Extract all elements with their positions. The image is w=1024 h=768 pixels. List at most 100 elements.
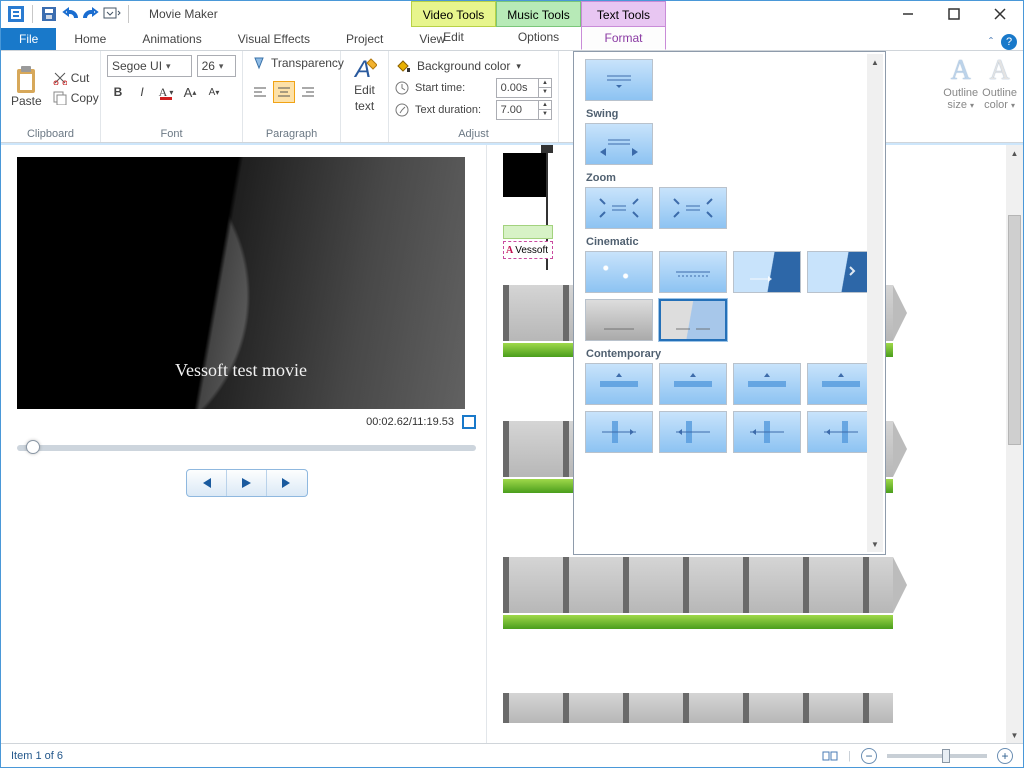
tab-home[interactable]: Home: [56, 28, 124, 50]
effect-option[interactable]: [807, 363, 875, 405]
tab-options[interactable]: Options: [496, 26, 581, 50]
zoom-slider[interactable]: [887, 754, 987, 758]
effect-option[interactable]: [807, 411, 875, 453]
cut-button[interactable]: Cut: [51, 70, 101, 86]
bold-button[interactable]: B: [107, 81, 129, 103]
effect-option[interactable]: [585, 123, 653, 165]
edit-text-icon: A: [353, 57, 377, 81]
align-right-button[interactable]: [297, 81, 319, 103]
effect-option[interactable]: [585, 59, 653, 101]
help-icon[interactable]: ?: [1001, 34, 1017, 50]
prev-frame-button[interactable]: [187, 470, 227, 496]
minimize-button[interactable]: [885, 1, 931, 27]
app-icon: [7, 5, 25, 23]
preview-video[interactable]: Vessoft test movie: [17, 157, 465, 409]
effect-option[interactable]: [585, 299, 653, 341]
cut-icon: [53, 71, 67, 85]
effects-scroll-down-icon[interactable]: ▼: [867, 536, 883, 552]
italic-button[interactable]: I: [131, 81, 153, 103]
paste-button[interactable]: Paste: [7, 66, 46, 110]
transparency-label: Transparency: [271, 56, 344, 70]
redo-icon[interactable]: [82, 5, 100, 23]
effect-option[interactable]: [807, 251, 875, 293]
effect-option[interactable]: [585, 363, 653, 405]
qat-more-icon[interactable]: [103, 5, 121, 23]
effects-scrollbar[interactable]: ▲ ▼: [867, 54, 883, 552]
timeline-scrollbar[interactable]: ▲ ▼: [1006, 145, 1023, 743]
undo-icon[interactable]: [61, 5, 79, 23]
tab-format[interactable]: Format: [581, 26, 666, 50]
effect-option-selected[interactable]: [659, 299, 727, 341]
next-frame-button[interactable]: [267, 470, 307, 496]
timeline-clip-title[interactable]: [503, 153, 547, 197]
ribbon-tabs: File Home Animations Visual Effects Proj…: [1, 27, 1023, 51]
outline-size-button[interactable]: A Outline size ▾: [943, 55, 978, 138]
timeline-clip[interactable]: [503, 693, 893, 723]
scrollbar-thumb[interactable]: [1008, 215, 1021, 445]
playback-controls: [17, 469, 476, 497]
view-switch-icon[interactable]: [822, 749, 838, 763]
font-size-combo[interactable]: 26▾: [197, 55, 236, 77]
svg-text:A: A: [353, 56, 371, 83]
status-item-count: Item 1 of 6: [11, 750, 63, 762]
fullscreen-icon[interactable]: [462, 415, 476, 429]
contextual-tool-tabs: Video Tools Music Tools Text Tools: [411, 1, 666, 27]
effect-option[interactable]: [585, 411, 653, 453]
text-duration-value: 7.00: [501, 104, 522, 116]
effect-option[interactable]: [659, 411, 727, 453]
titlebar: Movie Maker Video Tools Music Tools Text…: [1, 1, 1023, 27]
transparency-button[interactable]: Transparency: [249, 55, 334, 71]
tab-file[interactable]: File: [1, 28, 56, 50]
tab-project[interactable]: Project: [328, 28, 401, 50]
font-family-combo[interactable]: Segoe UI▾: [107, 55, 192, 77]
seek-slider[interactable]: [17, 445, 476, 451]
seek-thumb[interactable]: [26, 440, 40, 454]
effects-scroll-up-icon[interactable]: ▲: [867, 54, 883, 70]
edit-text-button[interactable]: A Edit text: [347, 55, 382, 115]
start-time-spinner[interactable]: 0.00s ▲▼: [496, 78, 552, 98]
zoom-thumb[interactable]: [942, 749, 950, 763]
scroll-down-icon[interactable]: ▼: [1006, 727, 1023, 743]
grow-font-button[interactable]: A▴: [179, 81, 201, 103]
maximize-button[interactable]: [931, 1, 977, 27]
timeline-clip[interactable]: [503, 557, 893, 613]
close-button[interactable]: [977, 1, 1023, 27]
text-duration-spinner[interactable]: 7.00 ▲▼: [496, 100, 552, 120]
time-display: 00:02.62/11:19.53: [366, 416, 454, 428]
timeline-title-track[interactable]: AVessoft: [503, 225, 553, 259]
shrink-font-button[interactable]: A▾: [203, 81, 225, 103]
ribbon-group-adjust: Background color ▾ Start time: 0.00s ▲▼ …: [389, 51, 559, 142]
zoom-out-button[interactable]: −: [861, 748, 877, 764]
effect-option[interactable]: [733, 363, 801, 405]
preview-caption: Vessoft test movie: [17, 360, 465, 381]
tab-visual-effects[interactable]: Visual Effects: [220, 28, 328, 50]
app-window: Movie Maker Video Tools Music Tools Text…: [0, 0, 1024, 768]
effect-option[interactable]: [585, 251, 653, 293]
outline-color-button[interactable]: A Outline color ▾: [982, 55, 1017, 138]
edit-text-label1: Edit: [354, 83, 375, 97]
outline-size-icon: A: [951, 55, 971, 87]
ribbon-collapse-icon[interactable]: ˆ: [989, 35, 993, 49]
effect-option[interactable]: [585, 187, 653, 229]
save-icon[interactable]: [40, 5, 58, 23]
zoom-in-button[interactable]: +: [997, 748, 1013, 764]
effect-option[interactable]: [659, 251, 727, 293]
quick-access-toolbar: [1, 1, 139, 27]
copy-button[interactable]: Copy: [51, 90, 101, 106]
align-center-button[interactable]: [273, 81, 295, 103]
font-color-button[interactable]: A▾: [155, 81, 177, 103]
tab-edit[interactable]: Edit: [411, 26, 496, 50]
effect-option[interactable]: [733, 251, 801, 293]
timeline-audio[interactable]: [503, 615, 893, 629]
align-left-button[interactable]: [249, 81, 271, 103]
effect-option[interactable]: [659, 187, 727, 229]
background-color-button[interactable]: Background color ▾: [395, 55, 552, 77]
play-button[interactable]: [227, 470, 267, 496]
effect-option[interactable]: [659, 363, 727, 405]
effect-option[interactable]: [733, 411, 801, 453]
ribbon-group-paragraph: Transparency Paragraph: [243, 51, 341, 142]
scroll-up-icon[interactable]: ▲: [1006, 145, 1023, 161]
font-family-value: Segoe UI: [112, 59, 162, 73]
tab-animations[interactable]: Animations: [124, 28, 219, 50]
cut-label: Cut: [71, 71, 90, 85]
